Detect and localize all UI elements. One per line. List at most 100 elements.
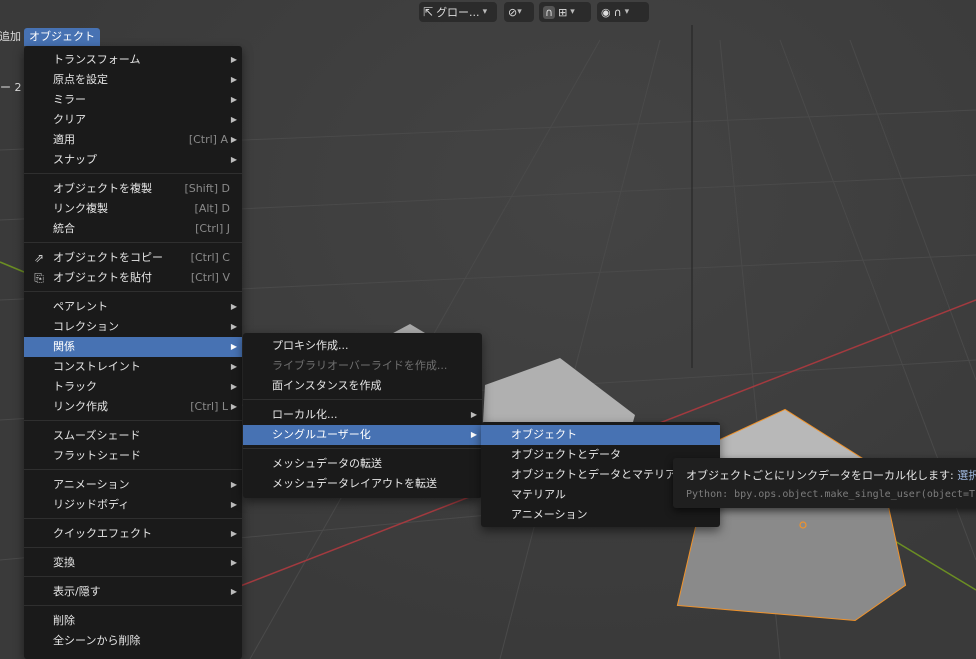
submenu-arrow-icon: ▶: [470, 410, 477, 419]
menu-item-label: アニメーション: [511, 508, 588, 521]
object-menu-item[interactable]: ペアレント ▶: [24, 297, 242, 317]
object-menu-item[interactable]: トラック ▶: [24, 377, 242, 397]
menu-item-label: 面インスタンスを作成: [272, 379, 382, 392]
relations-menu-item[interactable]: プロキシ作成...: [243, 336, 482, 356]
object-menu-item[interactable]: スムーズシェード: [24, 426, 242, 446]
single-user-menu-item[interactable]: オブジェクト: [481, 425, 720, 445]
menu-add[interactable]: 追加: [0, 28, 26, 46]
single-user-menu-item[interactable]: アニメーション: [481, 505, 720, 525]
chevron-down-icon: ▾: [570, 7, 575, 17]
object-menu-item[interactable]: 削除: [24, 611, 242, 631]
menu-separator: [24, 291, 242, 292]
menu-item-shortcut: [Ctrl] L: [190, 400, 228, 413]
object-menu-item[interactable]: コレクション ▶: [24, 317, 242, 337]
object-menu-item[interactable]: 原点を設定 ▶: [24, 70, 242, 90]
menu-item-label: スナップ: [53, 153, 97, 166]
pivot-point-dropdown[interactable]: ⊘ ▾: [504, 2, 534, 22]
submenu-arrow-icon: ▶: [230, 55, 237, 64]
submenu-arrow-icon: ▶: [230, 95, 237, 104]
submenu-arrow-icon: ▶: [230, 480, 237, 489]
object-menu-item[interactable]: トランスフォーム ▶: [24, 50, 242, 70]
object-menu-item[interactable]: 変換 ▶: [24, 553, 242, 573]
menu-item-label: メッシュデータレイアウトを転送: [272, 477, 437, 490]
menu-item-label: オブジェクト: [511, 428, 577, 441]
tooltip: オブジェクトごとにリンクデータをローカル化します: 選択 Python: bpy…: [673, 458, 976, 508]
object-menu: トランスフォーム ▶ 原点を設定 ▶ ミラー ▶ クリア ▶ 適用 [Ctrl] A ▶ スナップ ▶ オ…: [24, 46, 242, 659]
menu-item-label: コレクション: [53, 320, 119, 333]
menu-item-label: マテリアル: [511, 488, 566, 501]
tooltip-description: オブジェクトごとにリンクデータをローカル化します: 選択: [686, 469, 976, 482]
menu-item-label: リンク作成: [53, 400, 108, 413]
menu-item-label: スムーズシェード: [53, 429, 141, 442]
menu-item-label: 原点を設定: [53, 73, 108, 86]
relations-menu-item[interactable]: メッシュデータの転送: [243, 454, 482, 474]
menu-item-label: メッシュデータの転送: [272, 457, 382, 470]
object-menu-item[interactable]: 表示/隠す ▶: [24, 582, 242, 602]
menu-item-label: 適用: [53, 133, 75, 146]
pivot-icon: ⊘: [508, 5, 518, 19]
menu-item-shortcut: [Ctrl] A: [188, 133, 228, 146]
submenu-arrow-icon: ▶: [230, 382, 237, 391]
snap-increment-icon: ⊞: [558, 5, 568, 19]
object-menu-item[interactable]: スナップ ▶: [24, 150, 242, 170]
submenu-arrow-icon: ▶: [230, 362, 237, 371]
object-menu-item[interactable]: 全シーンから削除: [24, 631, 242, 651]
object-menu-item[interactable]: フラットシェード: [24, 446, 242, 466]
menu-separator: [24, 242, 242, 243]
menu-object[interactable]: オブジェクト: [24, 28, 100, 46]
chevron-down-icon: ▾: [517, 7, 522, 17]
menu-separator: [243, 448, 482, 449]
object-menu-item[interactable]: クイックエフェクト ▶: [24, 524, 242, 544]
submenu-arrow-icon: ▶: [230, 587, 237, 596]
menu-item-label: ペアレント: [53, 300, 108, 313]
viewport-overlay-text: ー 2: [0, 81, 22, 94]
relations-menu-item[interactable]: シングルユーザー化 ▶: [243, 425, 482, 445]
menu-separator: [24, 173, 242, 174]
submenu-arrow-icon: ▶: [230, 500, 237, 509]
menu-item-shortcut: [Shift] D: [184, 182, 230, 195]
object-menu-item[interactable]: リンク作成 [Ctrl] L ▶: [24, 397, 242, 417]
menu-separator: [24, 576, 242, 577]
menu-item-label: ミラー: [53, 93, 86, 106]
menu-item-label: 統合: [53, 222, 75, 235]
proportional-editing-toggle[interactable]: ◉ ∩ ▾: [597, 2, 649, 22]
relations-menu-item[interactable]: メッシュデータレイアウトを転送: [243, 474, 482, 494]
snap-toggle[interactable]: ∩ ⊞ ▾: [539, 2, 591, 22]
object-menu-item[interactable]: ⇗ オブジェクトをコピー [Ctrl] C: [24, 248, 242, 268]
menu-item-label: トラック: [53, 380, 97, 393]
menu-item-label: コンストレイント: [53, 360, 141, 373]
orientation-label: グロー...: [436, 6, 480, 19]
chevron-down-icon: ▾: [624, 7, 630, 17]
menu-item-label: ライブラリオーバーライドを作成...: [272, 359, 448, 372]
object-menu-item[interactable]: アニメーション ▶: [24, 475, 242, 495]
object-menu-item[interactable]: 統合 [Ctrl] J: [24, 219, 242, 239]
object-menu-item[interactable]: オブジェクトを複製 [Shift] D: [24, 179, 242, 199]
menu-item-shortcut: [Ctrl] J: [195, 222, 230, 235]
object-menu-item[interactable]: リジッドボディ ▶: [24, 495, 242, 515]
object-menu-item[interactable]: リンク複製 [Alt] D: [24, 199, 242, 219]
object-menu-item[interactable]: ミラー ▶: [24, 90, 242, 110]
object-menu-item[interactable]: ⎘ オブジェクトを貼付 [Ctrl] V: [24, 268, 242, 288]
submenu-arrow-icon: ▶: [470, 430, 477, 439]
relations-menu-item[interactable]: 面インスタンスを作成: [243, 376, 482, 396]
relations-menu-item[interactable]: ローカル化... ▶: [243, 405, 482, 425]
relations-submenu: プロキシ作成... ライブラリオーバーライドを作成... 面インスタンスを作成ローカ…: [243, 333, 482, 498]
menu-item-label: クイックエフェクト: [53, 527, 152, 540]
object-menu-item[interactable]: 関係 ▶: [24, 337, 242, 357]
menu-separator: [24, 547, 242, 548]
object-menu-item[interactable]: クリア ▶: [24, 110, 242, 130]
orientation-icon: ⇱: [423, 5, 434, 19]
menu-item-label: 変換: [53, 556, 75, 569]
menu-separator: [243, 399, 482, 400]
object-menu-item[interactable]: 適用 [Ctrl] A ▶: [24, 130, 242, 150]
menu-item-label: リンク複製: [53, 202, 108, 215]
menu-separator: [24, 518, 242, 519]
menu-item-label: フラットシェード: [53, 449, 141, 462]
object-menu-item[interactable]: コンストレイント ▶: [24, 357, 242, 377]
submenu-arrow-icon: ▶: [230, 402, 237, 411]
submenu-arrow-icon: ▶: [230, 322, 237, 331]
paste-icon: ⎘: [34, 271, 44, 285]
transform-orientation-dropdown[interactable]: ⇱ グロー... ▾: [419, 2, 497, 22]
menu-item-shortcut: [Ctrl] C: [190, 251, 230, 264]
menu-item-label: リジッドボディ: [53, 498, 130, 511]
